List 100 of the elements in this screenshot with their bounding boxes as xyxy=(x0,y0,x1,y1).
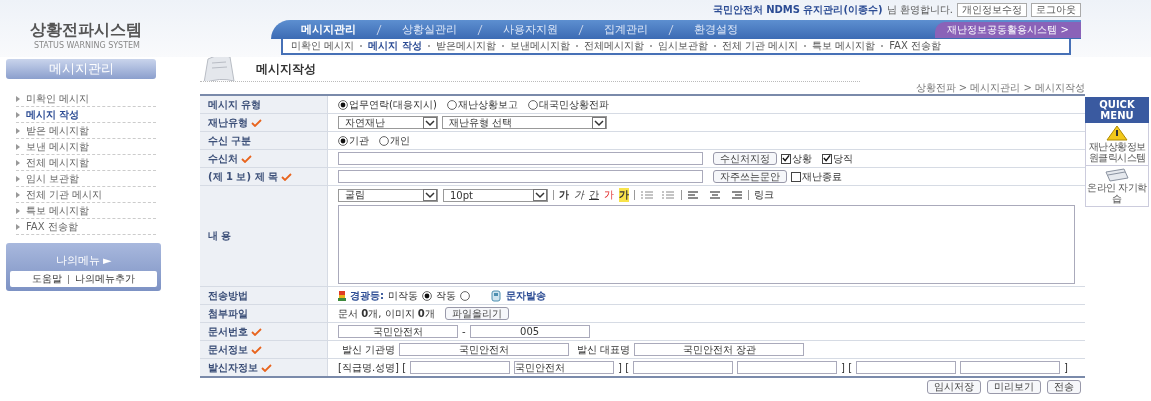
sub-tab[interactable]: 미확인 메시지 xyxy=(291,39,355,53)
sidebar-item[interactable]: 전체 기관 메시지 xyxy=(16,187,156,203)
field-caption: 발신 기관명 xyxy=(342,342,396,357)
radio-label: 개인 xyxy=(390,133,410,148)
radio-button[interactable] xyxy=(446,99,457,110)
action-button[interactable]: 임시저장 xyxy=(927,380,981,394)
external-system-tab[interactable]: 재난정보공동활용시스템 > xyxy=(935,21,1081,38)
radio-button[interactable] xyxy=(527,99,538,110)
radio-label: 기관 xyxy=(349,133,369,148)
input-field[interactable] xyxy=(633,361,734,374)
font-dropdown[interactable]: 굴림 xyxy=(338,188,438,202)
input-field[interactable]: 005 xyxy=(469,325,590,338)
input-field[interactable] xyxy=(338,152,703,165)
format-button[interactable]: 가 xyxy=(619,188,629,202)
input-field[interactable]: 국민안전처 xyxy=(338,325,458,338)
radio-button[interactable] xyxy=(460,290,470,301)
sub-tab[interactable]: 임시보관함 xyxy=(657,39,708,53)
format-button[interactable]: 가 xyxy=(604,188,614,202)
input-field[interactable]: 국민안전처 xyxy=(399,343,570,356)
main-tab[interactable]: 메시지관리 xyxy=(301,22,356,37)
sub-tab[interactable]: FAX 전송함 xyxy=(889,39,941,53)
form-button[interactable]: 수신처지정 xyxy=(713,152,777,165)
sidebar-item[interactable]: 특보 메시지함 xyxy=(16,203,156,219)
checkbox[interactable] xyxy=(791,171,801,182)
sub-tab[interactable]: 보낸메시지함 xyxy=(509,39,570,53)
sidebar-item[interactable]: 전체 메시지함 xyxy=(16,155,156,171)
sub-tab[interactable]: 받은메시지함 xyxy=(435,39,496,53)
slash-separator-icon xyxy=(376,24,382,35)
action-button[interactable]: 전송 xyxy=(1047,380,1081,394)
format-button[interactable]: 간 xyxy=(589,188,599,202)
bracket-text: ] [ xyxy=(841,362,853,373)
main-tab[interactable]: 상황실관리 xyxy=(402,22,457,37)
sidebar-item[interactable]: FAX 전송함 xyxy=(16,219,156,235)
header-button[interactable]: 로그아웃 xyxy=(1031,3,1081,17)
sub-tab[interactable]: 전체 기관 메시지 xyxy=(721,39,799,53)
sidebar-item[interactable]: 보낸 메시지함 xyxy=(16,139,156,155)
slash-separator-icon xyxy=(578,24,584,35)
main-tab[interactable]: 사용자지원 xyxy=(503,22,558,37)
input-field[interactable]: 국민안전처 장관 xyxy=(634,343,805,356)
input-field[interactable] xyxy=(856,361,957,374)
radio-label: 작동 xyxy=(436,288,456,303)
header-button[interactable]: 개인정보수정 xyxy=(957,3,1027,17)
warning-light-icon xyxy=(338,290,346,301)
input-field[interactable] xyxy=(410,361,511,374)
radio-button[interactable] xyxy=(379,135,389,146)
papers-icon[interactable] xyxy=(1104,168,1130,182)
input-field[interactable] xyxy=(338,170,703,183)
bracket-text: ] [ xyxy=(618,362,630,373)
sms-option[interactable]: 문자발송 xyxy=(506,288,546,303)
warning-light-label: 경광등: xyxy=(350,288,384,303)
dropdown[interactable]: 자연재난 xyxy=(338,116,438,129)
sidebar-title: 메시지관리 xyxy=(6,59,156,79)
field-label: 첨부파일 xyxy=(208,306,248,321)
action-button[interactable]: 미리보기 xyxy=(987,380,1041,394)
checkbox-label: 상황 xyxy=(792,151,812,166)
sub-tab[interactable]: 특보 메시지함 xyxy=(812,39,876,53)
field-label: 수신처 xyxy=(208,151,238,166)
sidebar-item[interactable]: 임시 보관함 xyxy=(16,171,156,187)
input-field[interactable] xyxy=(737,361,838,374)
format-button[interactable]: 가 xyxy=(574,188,584,202)
align-icon[interactable] xyxy=(687,190,743,200)
radio-button[interactable] xyxy=(338,135,348,146)
checkbox-label: 당직 xyxy=(833,151,853,166)
radio-button[interactable] xyxy=(338,99,348,110)
input-field[interactable]: 국민안전처 xyxy=(514,361,615,374)
user-name: 국민안전처 NDMS 유지관리(이종수) xyxy=(712,3,883,17)
sidebar-item[interactable]: 미확인 메시지 xyxy=(16,91,156,107)
slash-separator-icon xyxy=(668,24,674,35)
form-button[interactable]: 자주쓰는문안 xyxy=(713,170,787,183)
sub-tab[interactable]: 메시지 작성 xyxy=(368,39,422,53)
input-field[interactable] xyxy=(960,361,1061,374)
warning-icon[interactable] xyxy=(1106,125,1128,141)
my-menu-link[interactable]: 도움말 xyxy=(32,272,62,286)
checkbox[interactable] xyxy=(822,153,832,164)
caret-icon xyxy=(423,189,437,201)
bracket-text: ] xyxy=(1064,362,1068,373)
main-tab[interactable]: 집계관리 xyxy=(604,22,648,37)
dropdown[interactable]: 재난유형 선택 xyxy=(442,116,607,129)
sidebar-item[interactable]: 메시지 작성 xyxy=(16,107,156,123)
radio-label: 미작동 xyxy=(388,288,418,303)
breadcrumb: 상황전파 > 메시지관리 > 메시지작성 xyxy=(914,82,1085,94)
field-label: (제 1 보) 제 목 xyxy=(208,169,279,184)
upload-button[interactable]: 파일올리기 xyxy=(444,307,509,320)
my-menu-link[interactable]: 나의메뉴추가 xyxy=(75,272,135,286)
slash-separator-icon xyxy=(477,24,483,35)
sidebar-item[interactable]: 받은 메시지함 xyxy=(16,123,156,139)
logo-subtitle: STATUS WARNING SYSTEM xyxy=(34,41,142,50)
field-label: 문서정보 xyxy=(208,342,248,357)
bracket-text: [직급명.성명] [ xyxy=(338,360,407,375)
field-label: 발신자정보 xyxy=(208,360,258,375)
sub-tab[interactable]: 전체메시지함 xyxy=(583,39,644,53)
radio-button[interactable] xyxy=(422,290,432,301)
format-button[interactable]: 가 xyxy=(559,188,569,202)
link-button[interactable]: 링크 xyxy=(754,188,774,202)
size-dropdown[interactable]: 10pt xyxy=(443,188,548,202)
attachment-count: 문서 0개, 이미지 0개 xyxy=(338,306,435,321)
main-tab[interactable]: 환경설정 xyxy=(694,22,738,37)
checkbox[interactable] xyxy=(781,153,791,164)
page-title: 메시지작성 xyxy=(256,60,316,78)
caret-icon xyxy=(592,116,606,129)
